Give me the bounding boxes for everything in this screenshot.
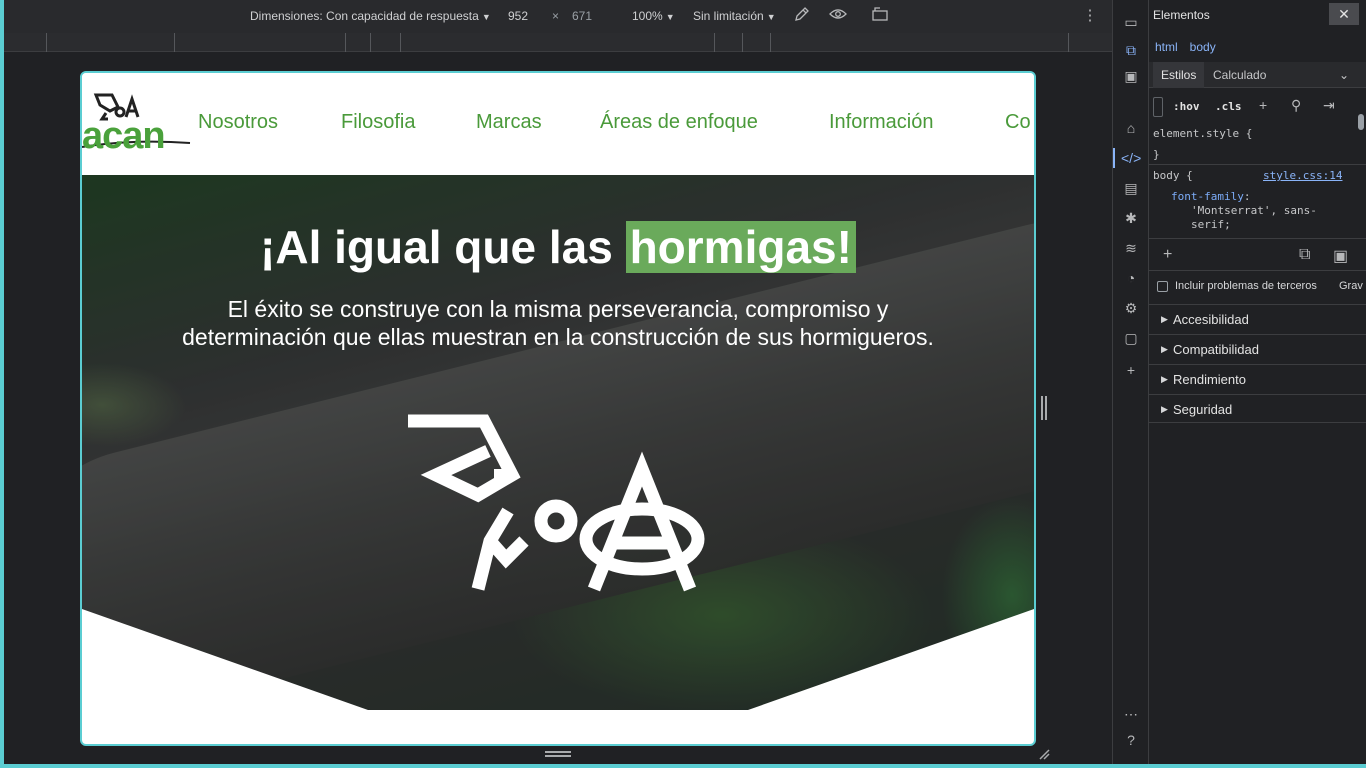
issue-category-compatibility[interactable]: ▶ Compatibilidad — [1149, 334, 1366, 364]
hero-bottom-shape — [82, 609, 1034, 710]
elements-icon[interactable]: </> — [1121, 148, 1141, 168]
logo-text: acan — [82, 115, 166, 157]
add-tool-icon[interactable]: + — [1121, 360, 1141, 380]
nav-item-filosofia[interactable]: Filosofia — [341, 111, 415, 134]
panel-icon[interactable]: ▣ — [1333, 246, 1348, 266]
add-icon[interactable]: + — [1163, 246, 1172, 264]
rotate-icon[interactable] — [870, 6, 890, 26]
issue-category-label: Rendimiento — [1173, 372, 1246, 387]
more-vert-icon[interactable]: ⋮ — [1080, 6, 1100, 26]
issue-category-label: Seguridad — [1173, 402, 1233, 417]
device-toggle-icon[interactable]: ⧉ — [1121, 40, 1141, 60]
performance-icon[interactable]: ◔ — [1121, 268, 1141, 288]
device-toolbar: Dimensiones: Con capacidad de respuesta ▼… — [4, 0, 1112, 33]
zoom-label: 100% — [632, 9, 663, 23]
filter-input[interactable] — [1153, 97, 1163, 117]
help-icon[interactable]: ? — [1121, 730, 1141, 750]
css-value-line1[interactable]: 'Montserrat', sans- — [1191, 204, 1317, 217]
css-property-name: font-family — [1171, 190, 1244, 203]
element-style-open[interactable]: element.style { — [1153, 127, 1252, 140]
resize-handle-bottom[interactable] — [545, 751, 571, 757]
sidebar-toggle-icon[interactable]: ⇥ — [1323, 97, 1335, 114]
chevron-down-icon[interactable]: ⌄ — [1339, 68, 1349, 82]
bug-icon[interactable]: ✱ — [1121, 208, 1141, 228]
triangle-right-icon: ▶ — [1161, 374, 1168, 384]
css-property[interactable]: font-family: — [1171, 190, 1250, 203]
nav-item-informacion[interactable]: Información — [829, 111, 934, 134]
triangle-right-icon: ▶ — [1161, 404, 1168, 414]
emulated-page: acan Nosotros Filosofia Marcas Áreas de … — [80, 71, 1036, 746]
dimensions-dropdown[interactable]: Dimensiones: Con capacidad de respuesta ▼ — [250, 9, 491, 23]
styles-tabs: Estilos Calculado ⌄ — [1149, 62, 1366, 88]
dimensions-label: Dimensiones: Con capacidad de respuesta — [250, 9, 479, 23]
site-logo[interactable]: acan — [82, 85, 192, 157]
window-icon[interactable]: ▣ — [1121, 66, 1141, 86]
more-tools-icon[interactable]: ⋯ — [1121, 704, 1141, 724]
devtools-activity-bar: ▭ ⧉ ▣ ⌂ </> ▤ ✱ ≋ ◔ ⚙ ▢ + ⋯ ? — [1113, 0, 1149, 764]
close-icon[interactable]: ✕ — [1329, 3, 1359, 25]
height-input[interactable]: 671 — [572, 9, 592, 23]
resize-handle-right[interactable] — [1041, 396, 1047, 420]
devtools-main: Elementos ✕ html body Estilos Calculado ⌄… — [1149, 0, 1366, 764]
breadcrumb-body[interactable]: body — [1190, 40, 1216, 54]
issue-category-label: Compatibilidad — [1173, 342, 1259, 357]
triangle-right-icon: ▶ — [1161, 314, 1168, 324]
devtools-panel: ▭ ⧉ ▣ ⌂ </> ▤ ✱ ≋ ◔ ⚙ ▢ + ⋯ ? Elementos … — [1112, 0, 1366, 764]
brush-icon[interactable]: ⚲ — [1291, 97, 1301, 114]
zoom-dropdown[interactable]: 100% ▼ — [632, 9, 675, 23]
caret-down-icon: ▼ — [481, 12, 491, 22]
hov-button[interactable]: :hov — [1173, 100, 1200, 113]
breadcrumb-html[interactable]: html — [1155, 40, 1178, 54]
css-property-colon: : — [1243, 190, 1251, 203]
tab-computed[interactable]: Calculado — [1213, 68, 1266, 82]
issue-category-performance[interactable]: ▶ Rendimiento — [1149, 364, 1366, 394]
site-navbar: acan Nosotros Filosofia Marcas Áreas de … — [82, 73, 1034, 175]
devtools-title: Elementos — [1153, 8, 1210, 22]
wifi-icon[interactable]: ≋ — [1121, 238, 1141, 258]
nav-item-contacto[interactable]: Co — [1005, 111, 1031, 134]
throttling-label: Sin limitación — [693, 9, 764, 23]
media-query-ruler[interactable] — [4, 33, 1112, 52]
issues-filter-row: Incluir problemas de terceros Grav — [1149, 278, 1366, 298]
body-selector[interactable]: body { — [1153, 169, 1193, 182]
source-link[interactable]: style.css:14 — [1263, 169, 1342, 182]
add-rule-icon[interactable]: + — [1259, 97, 1267, 113]
severity-dropdown[interactable]: Grav — [1339, 280, 1363, 292]
nav-item-marcas[interactable]: Marcas — [476, 111, 542, 134]
caret-down-icon: ▼ — [665, 12, 675, 22]
issues-toolbar: + ⧉ ▣ — [1149, 240, 1366, 272]
throttling-dropdown[interactable]: Sin limitación ▼ — [693, 9, 776, 23]
tab-styles[interactable]: Estilos — [1153, 62, 1205, 88]
breadcrumb: html body — [1155, 40, 1228, 54]
triangle-right-icon: ▶ — [1161, 344, 1168, 354]
device-icon[interactable]: ▭ — [1121, 12, 1141, 32]
element-style-close: } — [1153, 148, 1160, 161]
third-party-label[interactable]: Incluir problemas de terceros — [1175, 280, 1317, 292]
console-icon[interactable]: ▤ — [1121, 178, 1141, 198]
times-icon: × — [552, 9, 560, 23]
css-value-line2[interactable]: serif; — [1191, 218, 1231, 231]
eyedropper-icon[interactable] — [792, 6, 812, 26]
styles-filter-row: :hov .cls + ⚲ ⇥ — [1149, 95, 1366, 119]
hero-section: ¡Al igual que las hormigas! El éxito se … — [82, 175, 1034, 710]
nav-item-areas[interactable]: Áreas de enfoque — [600, 111, 758, 134]
third-party-checkbox[interactable] — [1157, 281, 1168, 292]
eye-icon[interactable] — [828, 6, 848, 26]
nav-item-nosotros[interactable]: Nosotros — [198, 111, 278, 134]
caret-down-icon: ▼ — [766, 12, 776, 22]
resize-handle-corner[interactable] — [1038, 748, 1050, 760]
memory-icon[interactable]: ⚙ — [1121, 298, 1141, 318]
dock-icon[interactable]: ⧉ — [1299, 246, 1310, 264]
home-icon[interactable]: ⌂ — [1121, 118, 1141, 138]
styles-pane: element.style { } body { style.css:14 fo… — [1149, 124, 1366, 236]
issue-category-accessibility[interactable]: ▶ Accesibilidad — [1149, 304, 1366, 334]
width-input[interactable]: 952 — [508, 9, 528, 23]
issue-category-label: Accesibilidad — [1173, 312, 1249, 327]
issue-category-security[interactable]: ▶ Seguridad — [1149, 394, 1366, 423]
application-icon[interactable]: ▢ — [1121, 328, 1141, 348]
cls-button[interactable]: .cls — [1215, 100, 1242, 113]
